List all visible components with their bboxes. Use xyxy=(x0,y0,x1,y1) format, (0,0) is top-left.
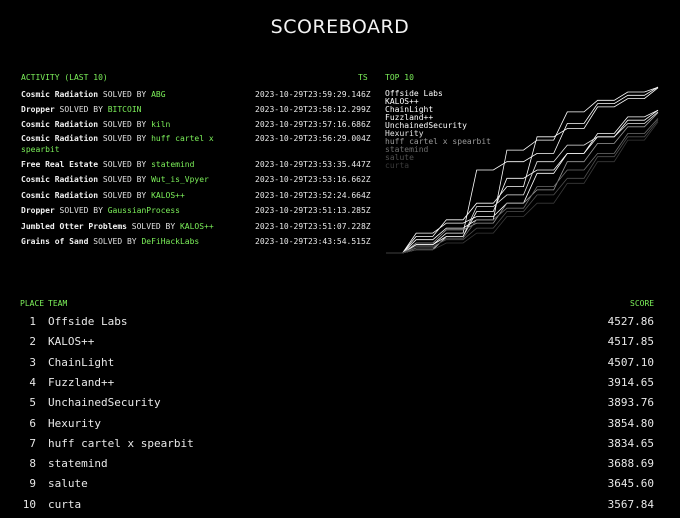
place-cell: 9 xyxy=(29,477,36,491)
place-cell: 2 xyxy=(29,335,36,349)
score-cell: 3645.60 xyxy=(607,477,654,491)
solved-by-label: SOLVED BY xyxy=(131,222,176,231)
activity-description: Dropper SOLVED BY BITCOIN xyxy=(21,104,241,115)
activity-description: Cosmic Radiation SOLVED BY ABG xyxy=(21,89,241,100)
legend-item: curta xyxy=(385,161,410,170)
timestamp: 2023-10-29T23:58:12.299Z xyxy=(255,105,371,114)
solved-by-label: SOLVED BY xyxy=(102,120,147,129)
team-name: KALOS++ xyxy=(151,191,185,200)
score-cell: 3834.65 xyxy=(607,436,654,450)
activity-description: Jumbled Otter Problems SOLVED BY KALOS++ xyxy=(21,221,241,232)
table-row: 8 statemind 3688.69 xyxy=(20,457,654,477)
ts-header: TS xyxy=(358,73,368,82)
team-name: statemind xyxy=(151,160,195,169)
team-name: KALOS++ xyxy=(179,222,214,231)
solved-by-label: SOLVED BY xyxy=(59,105,103,114)
team-cell: curta xyxy=(48,497,82,511)
challenge-name: Cosmic Radiation xyxy=(21,90,99,99)
table-row: 10 curta 3567.84 xyxy=(20,498,654,518)
score-cell: 4527.86 xyxy=(607,315,654,328)
timestamp: 2023-10-29T23:52:24.664Z xyxy=(255,191,371,200)
solved-by-label: SOLVED BY xyxy=(102,191,147,200)
challenge-name: Cosmic Radiation xyxy=(21,134,99,143)
place-cell: 1 xyxy=(29,315,36,328)
team-name: GaussianProcess xyxy=(107,206,180,215)
team-name: kiln xyxy=(151,120,171,129)
top10-legend: Offside Labs KALOS++ ChainLight Fuzzland++ U… xyxy=(385,90,491,170)
activity-description: Cosmic Radiation SOLVED BY kiln xyxy=(21,119,241,130)
challenge-name: Dropper xyxy=(21,105,55,114)
team-cell: Hexurity xyxy=(48,416,101,430)
timestamp: 2023-10-29T23:59:29.146Z xyxy=(255,90,371,99)
table-row: 4 Fuzzland++ 3914.65 xyxy=(20,376,654,396)
team-cell: UnchainedSecurity xyxy=(48,396,161,410)
team-cell: huff cartel x spearbit xyxy=(48,436,194,450)
timestamp: 2023-10-29T23:51:07.228Z xyxy=(255,222,371,231)
team-name: ABG xyxy=(151,90,166,99)
table-row: 2 KALOS++ 4517.85 xyxy=(20,335,654,355)
place-header: PLACE xyxy=(20,299,45,308)
challenge-name: Dropper xyxy=(21,206,55,215)
place-cell: 8 xyxy=(29,457,36,471)
solved-by-label: SOLVED BY xyxy=(102,175,147,184)
team-cell: ChainLight xyxy=(48,355,115,369)
table-row: 1 Offside Labs 4527.86 xyxy=(20,315,654,335)
solved-by-label: SOLVED BY xyxy=(93,237,137,246)
activity-description: Cosmic Radiation SOLVED BY Wut_is_Vpyer xyxy=(21,174,241,185)
place-cell: 6 xyxy=(29,416,36,430)
score-cell: 4517.85 xyxy=(607,335,654,349)
challenge-name: Cosmic Radiation xyxy=(21,175,99,184)
team-header: TEAM xyxy=(48,299,68,308)
solved-by-label: SOLVED BY xyxy=(102,90,147,99)
team-cell: KALOS++ xyxy=(48,335,95,349)
score-header: SCORE xyxy=(630,299,655,308)
timestamp: 2023-10-29T23:51:13.285Z xyxy=(255,206,371,215)
challenge-name: Cosmic Radiation xyxy=(21,120,99,129)
challenge-name: Grains of Sand xyxy=(21,237,89,246)
score-cell: 3854.80 xyxy=(607,416,654,430)
timestamp: 2023-10-29T23:56:29.004Z xyxy=(255,134,371,143)
timestamp: 2023-10-29T23:53:35.447Z xyxy=(255,160,371,169)
score-cell: 3688.69 xyxy=(607,457,654,471)
score-cell: 3893.76 xyxy=(607,396,654,410)
table-row: 5 UnchainedSecurity 3893.76 xyxy=(20,396,654,416)
place-cell: 5 xyxy=(29,396,36,410)
activity-header: ACTIVITY (LAST 10) xyxy=(21,73,108,82)
challenge-name: Jumbled Otter Problems xyxy=(21,222,127,231)
timestamp: 2023-10-29T23:57:16.686Z xyxy=(255,120,371,129)
top10-header: TOP 10 xyxy=(385,73,414,82)
activity-description: Cosmic Radiation SOLVED BY huff cartel x… xyxy=(21,133,241,155)
table-row: 3 ChainLight 4507.10 xyxy=(20,356,654,376)
team-name: Wut_is_Vpyer xyxy=(151,175,209,184)
place-cell: 10 xyxy=(22,497,36,511)
score-cell: 4507.10 xyxy=(607,355,654,369)
team-name: BITCOIN xyxy=(107,105,142,114)
activity-description: Grains of Sand SOLVED BY DeFiHackLabs xyxy=(21,236,241,247)
team-cell: statemind xyxy=(48,457,108,471)
challenge-name: Free Real Estate xyxy=(21,160,99,169)
table-row: 7 huff cartel x spearbit 3834.65 xyxy=(20,437,654,457)
activity-description: Cosmic Radiation SOLVED BY KALOS++ xyxy=(21,190,241,201)
solved-by-label: SOLVED BY xyxy=(102,160,147,169)
timestamp: 2023-10-29T23:53:16.662Z xyxy=(255,175,371,184)
team-cell: Fuzzland++ xyxy=(48,375,115,389)
score-cell: 3914.65 xyxy=(607,375,654,389)
solved-by-label: SOLVED BY xyxy=(59,206,103,215)
score-cell: 3567.84 xyxy=(607,497,654,511)
team-cell: salute xyxy=(48,477,88,491)
place-cell: 3 xyxy=(29,355,36,369)
activity-description: Dropper SOLVED BY GaussianProcess xyxy=(21,205,241,216)
page-title: SCOREBOARD xyxy=(270,16,410,38)
activity-description: Free Real Estate SOLVED BY statemind xyxy=(21,159,241,170)
timestamp: 2023-10-29T23:43:54.515Z xyxy=(255,237,371,246)
challenge-name: Cosmic Radiation xyxy=(21,191,99,200)
place-cell: 4 xyxy=(29,375,36,389)
place-cell: 7 xyxy=(29,436,36,450)
team-name: DeFiHackLabs xyxy=(141,237,200,246)
table-row: 9 salute 3645.60 xyxy=(20,477,654,497)
team-cell: Offside Labs xyxy=(48,315,128,328)
table-row: 6 Hexurity 3854.80 xyxy=(20,417,654,437)
solved-by-label: SOLVED BY xyxy=(102,134,147,143)
